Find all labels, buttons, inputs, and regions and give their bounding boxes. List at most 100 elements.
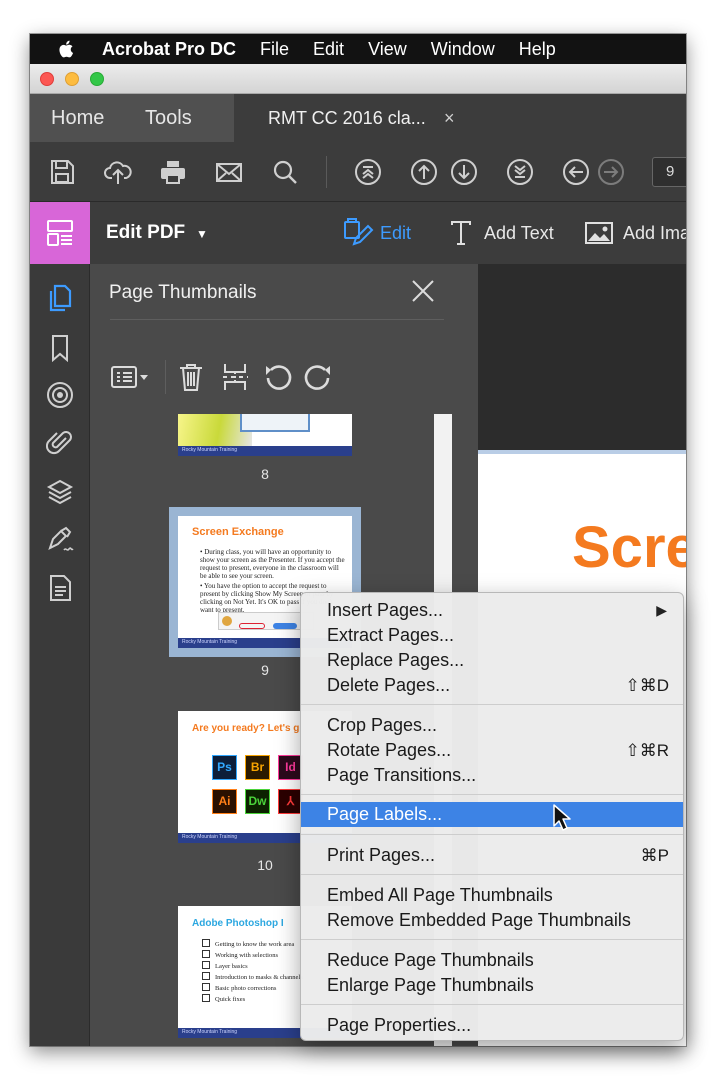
menu-item-insert-pages[interactable]: Insert Pages... ▶ — [301, 598, 683, 623]
edit-pdf-tool-tile[interactable] — [30, 202, 90, 264]
menu-item-reduce-thumbnails[interactable]: Reduce Page Thumbnails — [301, 948, 683, 973]
search-icon[interactable] — [271, 158, 299, 186]
menu-item-label: Rotate Pages... — [327, 740, 452, 760]
slide-dialog-button — [273, 623, 297, 629]
tab-home[interactable]: Home — [51, 94, 104, 142]
next-page-icon[interactable] — [450, 158, 478, 186]
menu-item-remove-embedded-thumbnails[interactable]: Remove Embedded Page Thumbnails — [301, 908, 683, 933]
menu-item-label: Remove Embedded Page Thumbnails — [327, 910, 631, 930]
menu-item-page-labels[interactable]: Page Labels... — [301, 802, 683, 827]
options-menu-icon[interactable] — [110, 362, 154, 392]
edit-pdf-title[interactable]: Edit PDF — [106, 222, 185, 244]
menu-item-label: Print Pages... — [327, 845, 436, 865]
cloud-upload-icon[interactable] — [104, 158, 132, 186]
bridge-app-icon: Br — [245, 755, 270, 780]
apple-logo-icon[interactable] — [56, 39, 78, 59]
slide-checklist-item: Getting to know the work area — [202, 939, 294, 948]
print-icon[interactable] — [159, 158, 187, 186]
title-bar — [30, 64, 686, 94]
rotate-clockwise-icon[interactable] — [304, 362, 334, 392]
menu-help[interactable]: Help — [519, 39, 556, 60]
text-tool-icon — [451, 221, 471, 245]
menu-item-label: Page Transitions... — [327, 765, 477, 785]
slide-checklist-item: Layer basics — [202, 961, 248, 970]
menu-bar: Acrobat Pro DC File Edit View Window Hel… — [30, 34, 686, 64]
bookmark-icon[interactable] — [46, 334, 74, 362]
thumbnail-number: 8 — [261, 466, 269, 482]
slide-checklist-item: Quick fixes — [202, 994, 245, 1003]
menu-item-label: Page Labels... — [327, 804, 443, 824]
panel-divider — [110, 319, 444, 320]
menu-item-delete-pages[interactable]: Delete Pages... ⇧⌘D — [301, 673, 683, 698]
illustrator-app-icon: Ai — [212, 789, 237, 814]
back-icon[interactable] — [562, 158, 590, 186]
rotate-counterclockwise-icon[interactable] — [262, 362, 292, 392]
menu-item-shortcut: ⇧⌘R — [625, 741, 669, 760]
menu-file[interactable]: File — [260, 39, 289, 60]
menu-item-label: Page Properties... — [327, 1015, 472, 1035]
menu-separator — [301, 874, 683, 875]
menu-item-page-transitions[interactable]: Page Transitions... — [301, 763, 683, 788]
menu-item-page-properties[interactable]: Page Properties... — [301, 1013, 683, 1038]
menu-window[interactable]: Window — [431, 39, 495, 60]
menu-item-label: Insert Pages... — [327, 600, 444, 620]
destinations-icon[interactable] — [46, 381, 74, 409]
menu-item-replace-pages[interactable]: Replace Pages... — [301, 648, 683, 673]
menu-separator — [301, 704, 683, 705]
navigation-rail — [30, 264, 90, 1046]
save-icon[interactable] — [48, 158, 76, 186]
signature-icon[interactable] — [46, 526, 74, 554]
edit-pdf-dropdown-icon[interactable]: ▼ — [196, 227, 208, 241]
slide-footer-text: Rocky Mountain Training — [182, 447, 238, 453]
menu-item-shortcut: ⇧⌘D — [625, 676, 669, 695]
add-image-button[interactable]: Add Ima — [585, 202, 686, 264]
slide-footer-text: Rocky Mountain Training — [182, 639, 238, 645]
page-number-input[interactable]: 9 — [652, 157, 686, 187]
slide-title: Adobe Photoshop I — [192, 918, 284, 929]
add-image-label: Add Ima — [623, 222, 686, 243]
zoom-window-button[interactable] — [90, 72, 104, 86]
last-page-icon[interactable] — [506, 158, 534, 186]
layers-icon[interactable] — [46, 478, 74, 506]
menu-item-label: Enlarge Page Thumbnails — [327, 975, 534, 995]
forward-icon[interactable] — [597, 158, 625, 186]
thumbnail-page-8[interactable]: Rocky Mountain Training — [178, 414, 352, 456]
delete-page-icon[interactable] — [176, 362, 206, 392]
page-thumbnails-icon[interactable] — [46, 284, 74, 312]
menu-item-embed-thumbnails[interactable]: Embed All Page Thumbnails — [301, 883, 683, 908]
slide-title: Are you ready? Let's g — [192, 723, 300, 734]
menu-item-print-pages[interactable]: Print Pages... ⌘P — [301, 843, 683, 868]
close-tab-icon[interactable]: × — [444, 94, 455, 142]
submenu-arrow-icon: ▶ — [656, 602, 667, 618]
menu-app-name[interactable]: Acrobat Pro DC — [102, 39, 236, 60]
close-panel-icon[interactable] — [410, 278, 436, 304]
toolbar-separator — [326, 156, 327, 188]
tab-tools[interactable]: Tools — [145, 94, 192, 142]
panel-toolbar-separator — [165, 360, 166, 394]
first-page-icon[interactable] — [354, 158, 382, 186]
menu-item-enlarge-thumbnails[interactable]: Enlarge Page Thumbnails — [301, 973, 683, 998]
menu-view[interactable]: View — [368, 39, 407, 60]
slide-footer: Rocky Mountain Training — [178, 446, 352, 456]
tab-document[interactable]: RMT CC 2016 cla... × — [234, 94, 686, 142]
document-properties-icon[interactable] — [46, 574, 74, 602]
page-context-menu: Insert Pages... ▶ Extract Pages... Repla… — [300, 592, 684, 1041]
add-text-button[interactable]: Add Text — [450, 202, 554, 264]
menu-item-extract-pages[interactable]: Extract Pages... — [301, 623, 683, 648]
menu-separator — [301, 1004, 683, 1005]
menu-item-label: Replace Pages... — [327, 650, 465, 670]
menu-item-label: Crop Pages... — [327, 715, 438, 735]
minimize-window-button[interactable] — [65, 72, 79, 86]
menu-item-crop-pages[interactable]: Crop Pages... — [301, 713, 683, 738]
edit-button[interactable]: Edit — [342, 202, 411, 264]
menu-edit[interactable]: Edit — [313, 39, 344, 60]
slide-footer-text: Rocky Mountain Training — [182, 1029, 238, 1035]
attachment-icon[interactable] — [46, 428, 74, 456]
email-icon[interactable] — [215, 158, 243, 186]
slide-footer-text: Rocky Mountain Training — [182, 834, 238, 840]
close-window-button[interactable] — [40, 72, 54, 86]
insert-page-icon[interactable] — [220, 362, 250, 392]
dreamweaver-app-icon: Dw — [245, 789, 270, 814]
previous-page-icon[interactable] — [410, 158, 438, 186]
menu-item-rotate-pages[interactable]: Rotate Pages... ⇧⌘R — [301, 738, 683, 763]
